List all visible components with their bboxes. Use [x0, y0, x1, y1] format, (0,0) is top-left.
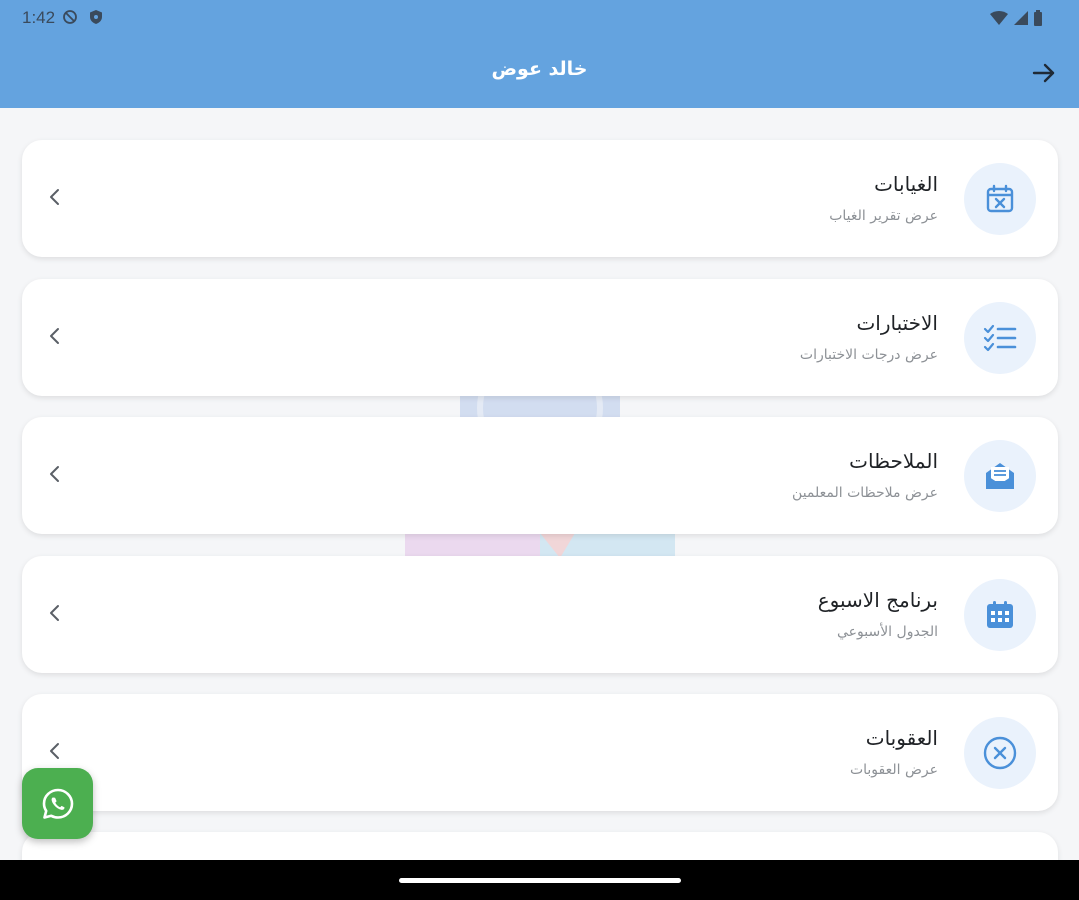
menu-item-subtitle: عرض العقوبات — [849, 762, 938, 778]
menu-item-title: برنامج الاسبوع — [817, 588, 938, 612]
menu-item-title: الغيابات — [874, 172, 938, 196]
chevron-left-icon — [50, 743, 59, 759]
card-icon-container — [964, 163, 1036, 235]
vpn-shield-icon — [90, 10, 102, 24]
menu-item-weekly-schedule[interactable]: برنامج الاسبوع الجدول الأسبوعي — [22, 556, 1058, 673]
do-not-disturb-icon — [63, 10, 77, 24]
status-right-icons — [989, 10, 1043, 26]
app-bar: 1:42 خالد عوض — [0, 0, 1079, 108]
card-icon-container — [964, 302, 1036, 374]
menu-item-subtitle: عرض ملاحظات المعلمين — [792, 485, 938, 501]
whatsapp-button[interactable] — [22, 768, 93, 839]
menu-item-absences[interactable]: الغيابات عرض تقرير الغياب — [22, 140, 1058, 257]
status-time: 1:42 — [22, 8, 56, 27]
card-icon-container — [964, 579, 1036, 651]
menu-item-title: العقوبات — [865, 726, 938, 750]
menu-item-exams[interactable]: الاختبارات عرض درجات الاختبارات — [22, 279, 1058, 396]
card-icon-container — [964, 440, 1036, 512]
menu-item-notes[interactable]: الملاحظات عرض ملاحظات المعلمين — [22, 417, 1058, 534]
back-button[interactable] — [1031, 60, 1057, 86]
calendar-grid-icon — [987, 601, 1013, 628]
menu-item-subtitle: الجدول الأسبوعي — [836, 624, 938, 640]
menu-item-penalties[interactable]: العقوبات عرض العقوبات — [22, 694, 1058, 811]
menu-item-subtitle: عرض تقرير الغياب — [829, 208, 938, 224]
status-left-icons — [62, 9, 104, 25]
menu-item-partial[interactable] — [22, 832, 1058, 860]
whatsapp-icon — [42, 788, 73, 819]
envelope-open-icon — [986, 463, 1014, 489]
signal-icon — [1014, 11, 1028, 25]
chevron-left-icon — [50, 189, 59, 205]
page-title: خالد عوض — [491, 58, 588, 80]
chevron-left-icon — [50, 466, 59, 482]
checklist-icon — [983, 324, 1017, 352]
menu-item-title: الملاحظات — [849, 449, 938, 473]
chevron-left-icon — [50, 605, 59, 621]
calendar-x-icon — [986, 184, 1014, 213]
arrow-right-icon — [1032, 63, 1055, 83]
system-navigation-bar — [0, 860, 1079, 900]
battery-icon — [1034, 10, 1042, 26]
menu-item-title: الاختبارات — [856, 311, 938, 335]
chevron-left-icon — [50, 328, 59, 344]
wifi-icon — [990, 11, 1008, 25]
menu-list: الغيابات عرض تقرير الغياب الاختبارات عرض… — [0, 108, 1079, 860]
card-icon-container — [964, 717, 1036, 789]
menu-item-subtitle: عرض درجات الاختبارات — [799, 347, 938, 363]
home-gesture-handle[interactable] — [399, 878, 681, 883]
circle-x-icon — [983, 736, 1017, 770]
